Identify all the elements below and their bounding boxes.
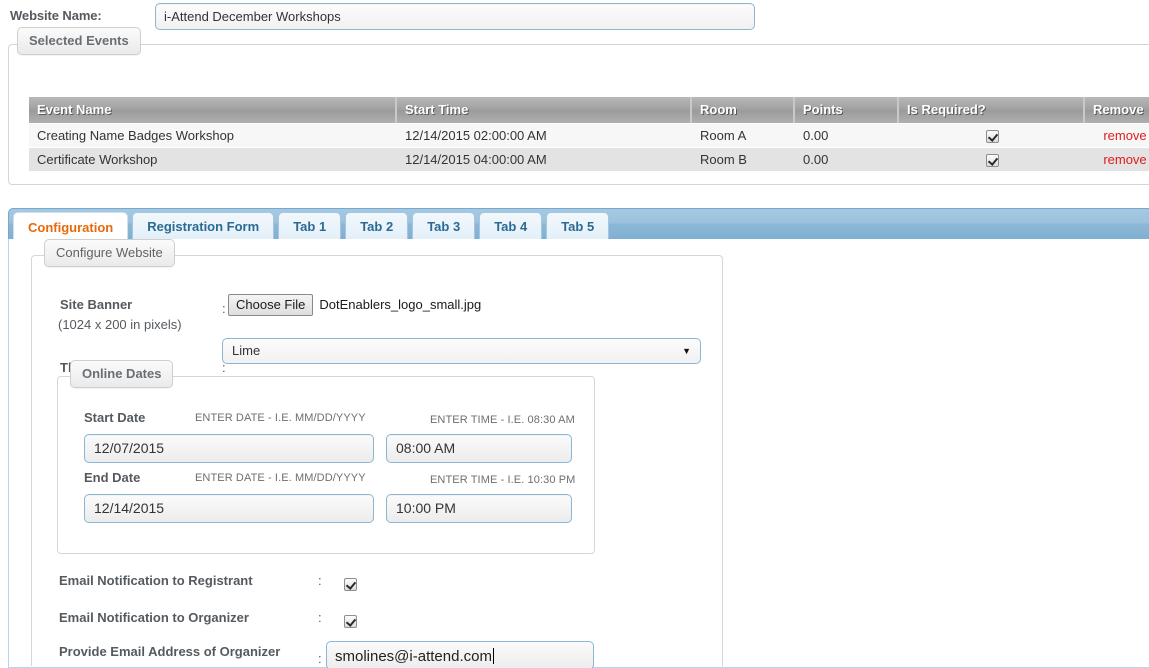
tab-tab-2[interactable]: Tab 2 [345,212,409,241]
website-name-label: Website Name: [10,8,102,23]
tab-tab-3[interactable]: Tab 3 [412,212,476,241]
is-required-checkbox[interactable] [985,130,999,144]
column-header-is-required[interactable]: Is Required? [899,97,1085,123]
cell-start-time: 12/14/2015 02:00:00 AM [397,123,692,148]
tab-tab-5[interactable]: Tab 5 [546,212,610,241]
organizer-email-value: smolines@i-attend.com [335,648,492,665]
start-time-hint: ENTER TIME - I.E. 08:30 AM [430,414,575,426]
cell-event-name: Creating Name Badges Workshop [29,123,397,148]
email-registrant-colon: : [318,573,322,588]
start-date-hint: ENTER DATE - I.E. MM/DD/YYYY [195,412,366,424]
chevron-down-icon: ▼ [682,346,691,356]
column-header-start-time[interactable]: Start Time [397,97,692,123]
email-organizer-colon: : [318,610,322,625]
table-header-row: Event Name Start Time Room Points Is Req… [29,97,1149,123]
tab-bar: Configuration Registration Form Tab 1 Tab 2… [8,208,1149,243]
table-row: Certificate Workshop 12/14/2015 04:00:00… [29,147,1149,172]
cell-points: 0.00 [795,123,899,148]
column-header-event-name[interactable]: Event Name [29,97,397,123]
end-date-label: End Date [84,470,141,485]
column-header-points[interactable]: Points [795,97,899,123]
site-banner-colon: : [222,301,226,316]
end-date-hint: ENTER DATE - I.E. MM/DD/YYYY [195,472,366,484]
choose-file-button[interactable]: Choose File [228,294,314,316]
email-organizer-label: Email Notification to Organizer [59,610,249,625]
selected-events-legend: Selected Events [17,27,141,55]
page-root: Website Name: i-Attend December Workshop… [0,0,1149,668]
organizer-email-label: Provide Email Address of Organizer [59,644,281,659]
email-organizer-checkbox[interactable] [344,615,357,629]
tab-panel-configuration: Configure Website Site Banner : Choose F… [8,239,1149,668]
site-banner-dimension-note: (1024 x 200 in pixels) [58,317,182,332]
end-time-input[interactable]: 10:00 PM [386,494,572,523]
site-banner-label: Site Banner [60,297,133,312]
email-organizer-checkbox-wrap [344,613,357,629]
cell-remove: remove [1085,147,1149,172]
cell-points: 0.00 [795,147,899,172]
cell-is-required [899,123,1085,148]
column-header-remove[interactable]: Remove [1085,97,1149,123]
email-registrant-checkbox-wrap [344,576,357,592]
theme-color-value: Lime [232,343,261,358]
tab-tab-4[interactable]: Tab 4 [479,212,543,241]
tab-registration-form[interactable]: Registration Form [132,212,275,241]
end-time-hint: ENTER TIME - I.E. 10:30 PM [430,474,576,486]
online-dates-legend: Online Dates [70,360,174,388]
selected-events-table: Event Name Start Time Room Points Is Req… [29,97,1149,172]
start-time-input[interactable]: 08:00 AM [386,434,572,463]
remove-link[interactable]: remove [1103,152,1146,167]
start-date-input[interactable]: 12/07/2015 [84,434,374,463]
table-row: Creating Name Badges Workshop 12/14/2015… [29,123,1149,148]
cell-remove: remove [1085,123,1149,148]
tab-tab-1[interactable]: Tab 1 [278,212,342,241]
organizer-email-input[interactable]: smolines@i-attend.com [326,641,594,668]
configure-website-legend: Configure Website [44,239,175,267]
website-name-input[interactable]: i-Attend December Workshops [155,3,755,30]
site-banner-file-row: Choose File DotEnablers_logo_small.jpg [228,294,481,316]
text-caret [492,648,494,664]
cell-start-time: 12/14/2015 04:00:00 AM [397,147,692,172]
is-required-checkbox[interactable] [985,154,999,168]
cell-room: Room B [692,147,795,172]
email-registrant-checkbox[interactable] [344,578,357,592]
organizer-email-colon: : [318,651,322,666]
start-date-label: Start Date [84,410,146,425]
cell-is-required [899,147,1085,172]
email-registrant-label: Email Notification to Registrant [59,573,253,588]
theme-color-select[interactable]: Lime ▼ [222,338,701,364]
cell-event-name: Certificate Workshop [29,147,397,172]
site-banner-file-name: DotEnablers_logo_small.jpg [319,297,482,312]
online-dates-panel: Online Dates Start Date ENTER DATE - I.E… [57,360,595,554]
remove-link[interactable]: remove [1103,128,1146,143]
cell-room: Room A [692,123,795,148]
column-header-room[interactable]: Room [692,97,795,123]
selected-events-panel: Selected Events Event Name Start Time Ro… [8,27,1149,185]
end-date-input[interactable]: 12/14/2015 [84,494,374,523]
